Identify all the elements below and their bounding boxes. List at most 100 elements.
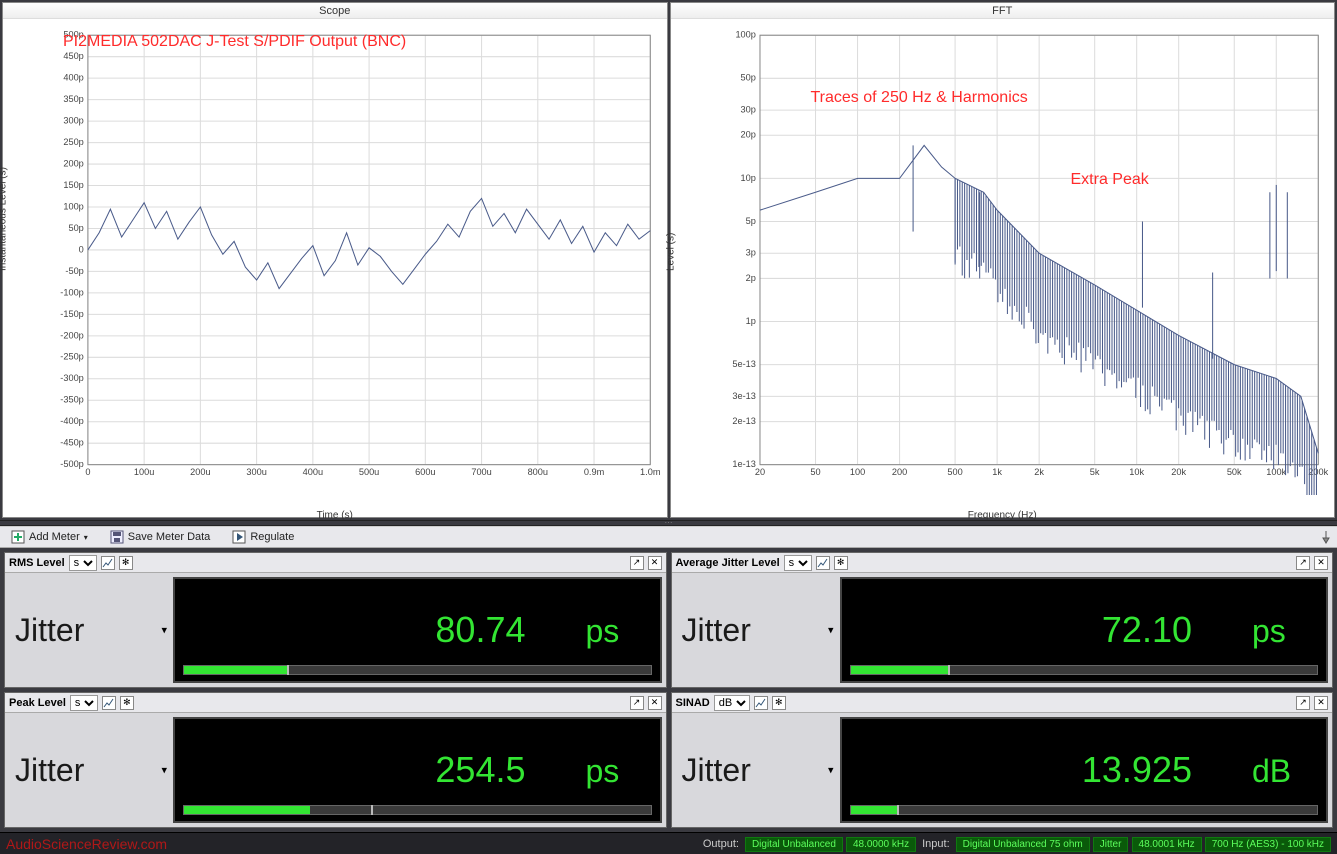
- svg-text:-400p: -400p: [60, 416, 84, 426]
- svg-text:100p: 100p: [735, 30, 755, 40]
- popout-icon[interactable]: ↗: [1296, 696, 1310, 710]
- meter-title: Average Jitter Level: [676, 557, 780, 569]
- svg-text:250p: 250p: [63, 137, 83, 147]
- svg-text:1.0m: 1.0m: [640, 467, 660, 477]
- svg-text:2e-13: 2e-13: [732, 416, 756, 426]
- svg-text:350p: 350p: [63, 94, 83, 104]
- meter-2: Peak Level s ✻ ↗ ✕ Jitter▾ 254.5 ps: [4, 692, 667, 828]
- meter-bar-fill: [184, 666, 287, 674]
- meter-bar: [850, 805, 1319, 815]
- meter-display: 13.925 dB: [840, 717, 1329, 823]
- svg-text:0: 0: [85, 467, 90, 477]
- close-icon[interactable]: ✕: [648, 696, 662, 710]
- meter-unit: ps: [1252, 613, 1312, 650]
- meter-display: 254.5 ps: [173, 717, 662, 823]
- gear-icon[interactable]: ✻: [772, 696, 786, 710]
- meter-label[interactable]: Jitter▾: [5, 573, 173, 687]
- meter-readout: 72.10 ps: [856, 609, 1313, 651]
- svg-text:500p: 500p: [63, 30, 83, 40]
- meter-bar: [183, 665, 652, 675]
- svg-text:100p: 100p: [63, 201, 83, 211]
- status-chip: Digital Unbalanced: [745, 837, 843, 852]
- meter-head: SINAD dB ✻ ↗ ✕: [672, 693, 1333, 713]
- popout-icon[interactable]: ↗: [1296, 556, 1310, 570]
- svg-text:-200p: -200p: [60, 330, 84, 340]
- meter-bar: [850, 665, 1319, 675]
- svg-text:10k: 10k: [1129, 467, 1144, 477]
- pin-icon[interactable]: [1319, 530, 1333, 544]
- gear-icon[interactable]: ✻: [834, 556, 848, 570]
- meter-unit-select[interactable]: dB: [714, 695, 750, 711]
- scope-xlabel: Time (s): [317, 510, 353, 521]
- meter-bar-fill: [184, 806, 310, 814]
- meter-head: Average Jitter Level s ✻ ↗ ✕: [672, 553, 1333, 573]
- meter-head: Peak Level s ✻ ↗ ✕: [5, 693, 666, 713]
- caret-icon: ▾: [828, 764, 834, 777]
- regulate-label: Regulate: [250, 531, 294, 543]
- meter-bar-mark: [897, 805, 899, 815]
- svg-text:500u: 500u: [359, 467, 379, 477]
- close-icon[interactable]: ✕: [1314, 696, 1328, 710]
- status-chip: Jitter: [1093, 837, 1129, 852]
- meter-label[interactable]: Jitter▾: [672, 573, 840, 687]
- fft-svg: 1e-132e-133e-135e-131p2p3p5p10p20p30p50p…: [715, 25, 1329, 495]
- meter-body: Jitter▾ 80.74 ps: [5, 573, 666, 687]
- caret-icon: ▾: [161, 764, 167, 777]
- gear-icon[interactable]: ✻: [120, 696, 134, 710]
- meter-unit-select[interactable]: s: [70, 695, 98, 711]
- meter-bar-mark: [287, 665, 289, 675]
- meter-toolbar: Add Meter ▾ Save Meter Data Regulate: [0, 526, 1337, 548]
- dropdown-caret-icon: ▾: [84, 533, 88, 542]
- svg-text:500: 500: [947, 467, 962, 477]
- chart-icon[interactable]: [102, 696, 116, 710]
- svg-text:200p: 200p: [63, 158, 83, 168]
- svg-text:400p: 400p: [63, 73, 83, 83]
- meter-bar-mark: [948, 665, 950, 675]
- status-chip: 700 Hz (AES3) - 100 kHz: [1205, 837, 1331, 852]
- chart-icon[interactable]: [101, 556, 115, 570]
- status-chip: 48.0000 kHz: [846, 837, 916, 852]
- play-icon: [232, 530, 246, 544]
- save-meter-label: Save Meter Data: [128, 531, 211, 543]
- meter-title: Peak Level: [9, 697, 66, 709]
- meter-display: 80.74 ps: [173, 577, 662, 683]
- add-meter-button[interactable]: Add Meter ▾: [4, 528, 95, 546]
- meter-label[interactable]: Jitter▾: [672, 713, 840, 827]
- gear-icon[interactable]: ✻: [119, 556, 133, 570]
- popout-icon[interactable]: ↗: [630, 696, 644, 710]
- meter-unit-select[interactable]: s: [784, 555, 812, 571]
- meter-bar-fill: [851, 806, 898, 814]
- svg-text:5e-13: 5e-13: [732, 359, 756, 369]
- status-chip: Digital Unbalanced 75 ohm: [956, 837, 1090, 852]
- status-chip: 48.0001 kHz: [1132, 837, 1202, 852]
- close-icon[interactable]: ✕: [648, 556, 662, 570]
- svg-text:5p: 5p: [745, 216, 755, 226]
- plot-panel: Scope Instantaneous Level (s) Time (s) P…: [0, 0, 1337, 520]
- output-chips: Digital Unbalanced 48.0000 kHz: [745, 838, 916, 850]
- meter-label[interactable]: Jitter▾: [5, 713, 173, 827]
- popout-icon[interactable]: ↗: [630, 556, 644, 570]
- svg-text:50p: 50p: [740, 73, 755, 83]
- meter-readout: 13.925 dB: [856, 749, 1313, 791]
- close-icon[interactable]: ✕: [1314, 556, 1328, 570]
- meter-unit-select[interactable]: s: [69, 555, 97, 571]
- svg-text:100k: 100k: [1266, 467, 1286, 477]
- meter-readout: 80.74 ps: [189, 609, 646, 651]
- scope-title: Scope: [3, 3, 667, 19]
- fft-ylabel: Level (s): [665, 233, 676, 271]
- chart-icon[interactable]: [754, 696, 768, 710]
- svg-text:300p: 300p: [63, 116, 83, 126]
- fft-plot: FFT Level (s) Frequency (Hz) Traces of 2…: [670, 2, 1336, 518]
- svg-text:0.9m: 0.9m: [584, 467, 605, 477]
- meter-body: Jitter▾ 254.5 ps: [5, 713, 666, 827]
- save-meter-button[interactable]: Save Meter Data: [103, 528, 218, 546]
- meter-value: 13.925: [1082, 749, 1192, 791]
- svg-text:50: 50: [810, 467, 820, 477]
- scope-ylabel: Instantaneous Level (s): [0, 167, 9, 271]
- svg-text:400u: 400u: [303, 467, 323, 477]
- chart-icon[interactable]: [816, 556, 830, 570]
- save-icon: [110, 530, 124, 544]
- regulate-button[interactable]: Regulate: [225, 528, 301, 546]
- meter-value: 254.5: [435, 749, 525, 791]
- svg-text:2k: 2k: [1034, 467, 1044, 477]
